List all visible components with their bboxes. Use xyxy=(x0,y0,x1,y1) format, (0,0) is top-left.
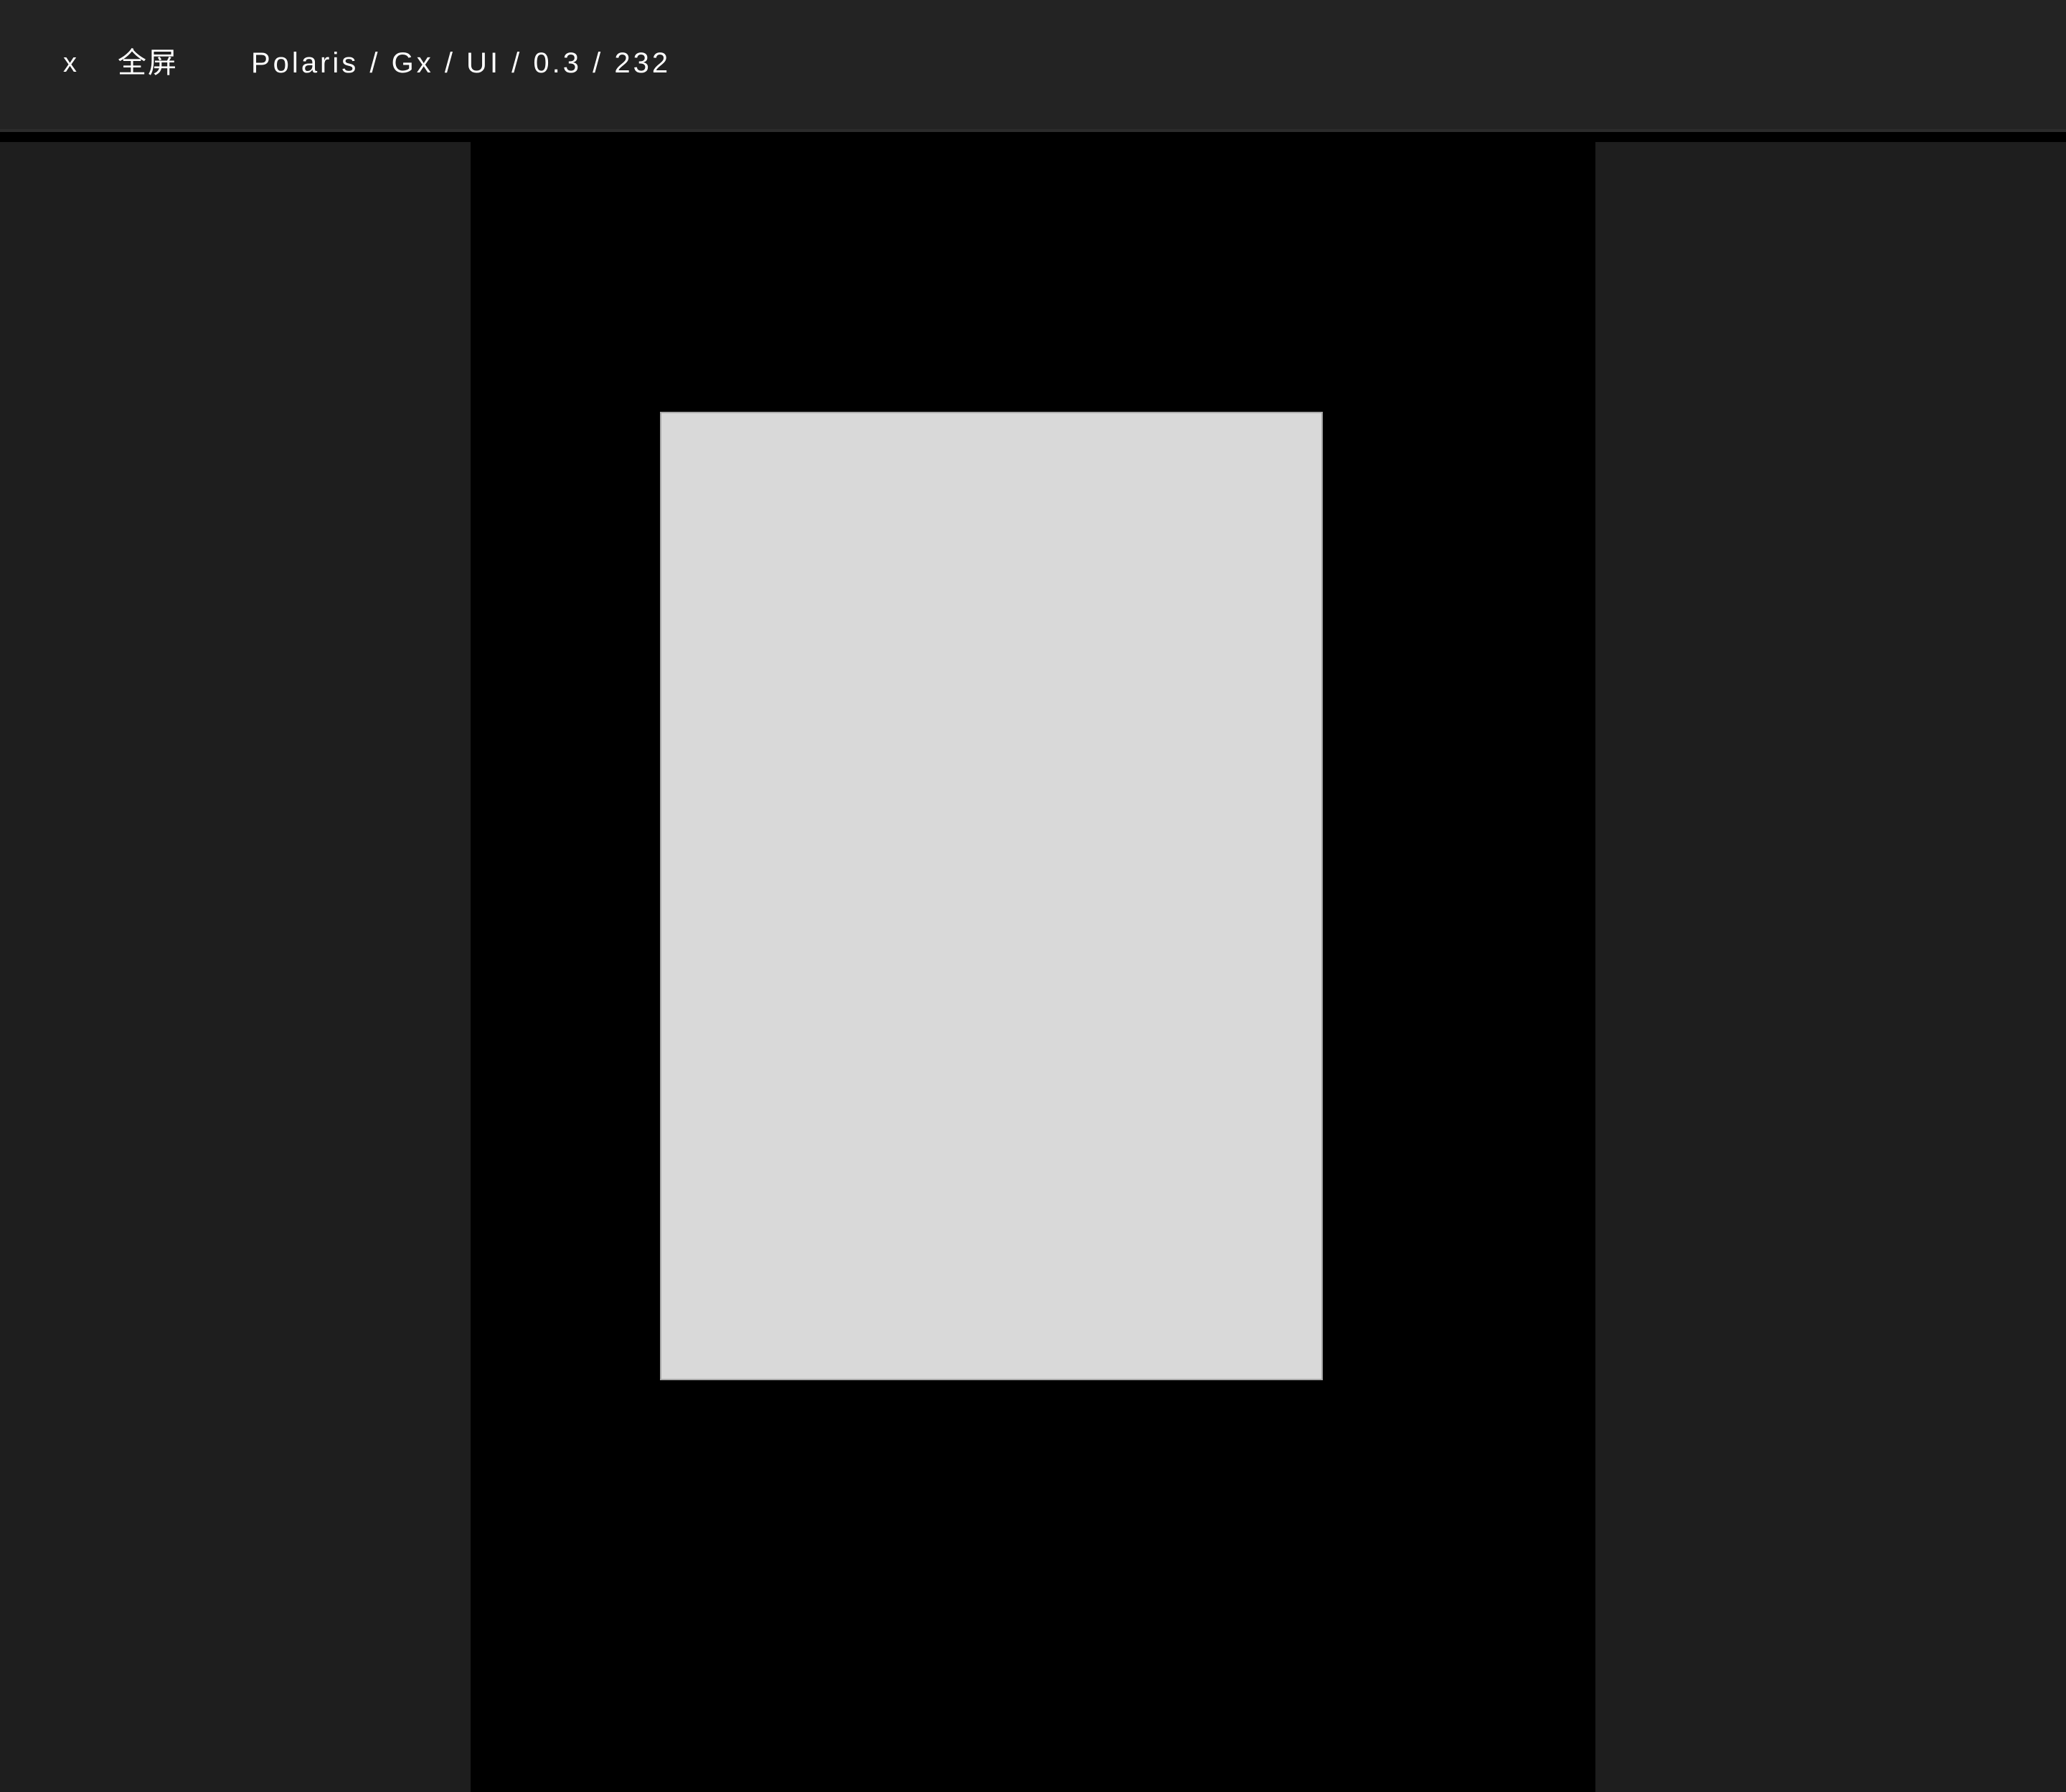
top-toolbar: x 全屏 Polaris / Gx / UI / 0.3 / 232 xyxy=(0,0,2066,132)
breadcrumb: Polaris / Gx / UI / 0.3 / 232 xyxy=(251,47,671,79)
fullscreen-button[interactable]: 全屏 xyxy=(118,43,178,83)
left-side-panel xyxy=(0,142,471,1792)
close-button[interactable]: x xyxy=(63,43,77,83)
artboard-frame[interactable] xyxy=(660,412,1323,1380)
right-side-panel xyxy=(1595,142,2066,1792)
